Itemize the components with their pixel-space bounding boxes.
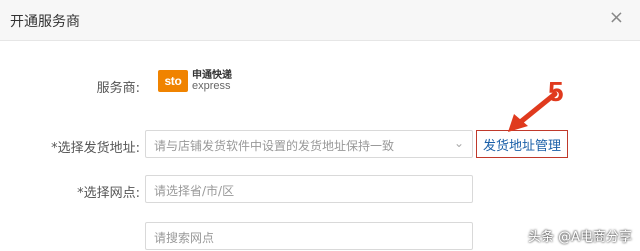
- region-select[interactable]: 请选择省/市/区: [145, 175, 473, 203]
- address-select[interactable]: 请与店铺发货软件中设置的发货地址保持一致 ⌄: [145, 130, 473, 158]
- outlet-search-input[interactable]: 请搜索网点: [145, 222, 473, 250]
- chevron-down-icon: ⌄: [453, 136, 464, 150]
- region-placeholder: 请选择省/市/区: [154, 184, 235, 198]
- dialog-title: 开通服务商: [10, 14, 80, 30]
- outlet-label: *选择网点:: [77, 186, 140, 201]
- outlet-search-placeholder: 请搜索网点: [154, 231, 215, 245]
- sto-logo-mark: sto: [158, 70, 188, 92]
- provider-name-en: express: [192, 80, 231, 92]
- annotation-arrow-icon: [508, 91, 558, 132]
- provider-label: 服务商:: [96, 81, 140, 96]
- address-placeholder: 请与店铺发货软件中设置的发货地址保持一致: [154, 139, 395, 153]
- provider-logo-text: 申通快递 express: [192, 70, 232, 92]
- address-label: *选择发货地址:: [51, 141, 140, 156]
- watermark: 头条 @A电商分享: [527, 230, 632, 245]
- dialog-titlebar: 开通服务商 ×: [0, 0, 640, 41]
- close-icon[interactable]: ×: [609, 8, 624, 28]
- provider-logo: sto 申通快递 express: [158, 68, 232, 94]
